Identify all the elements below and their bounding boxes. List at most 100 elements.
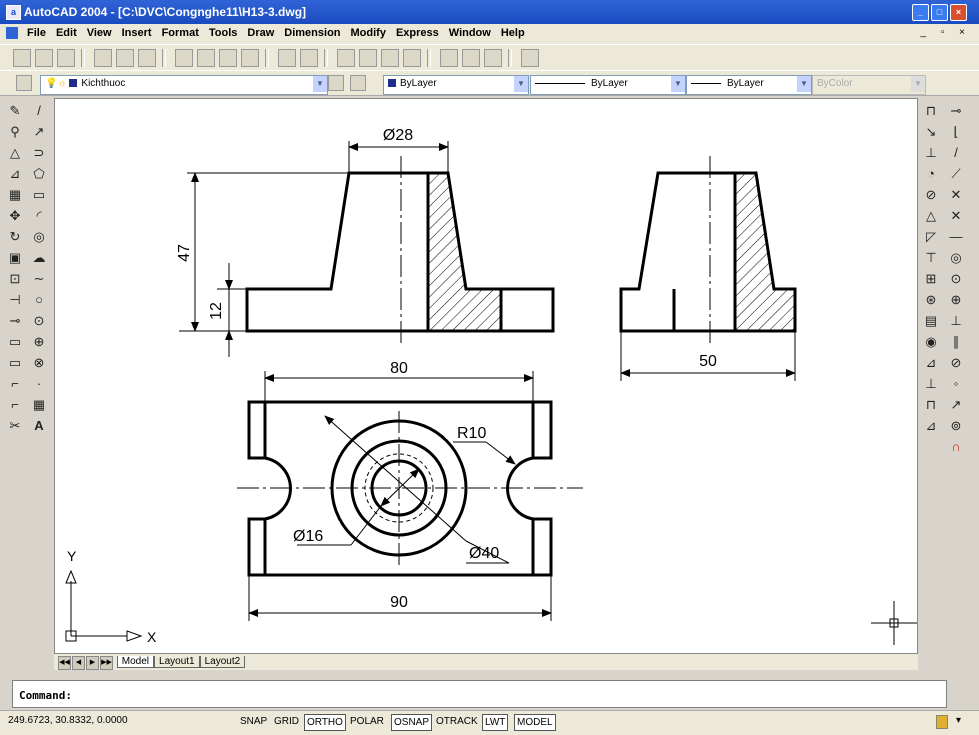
otrack-toggle[interactable]: OTRACK [434,714,480,729]
continue-dimension-icon[interactable]: ⊞ [920,269,942,289]
diameter-dimension-icon[interactable]: ⊘ [920,185,942,205]
snap-midpoint-icon[interactable]: ⟋ [945,164,967,184]
polygon-icon[interactable]: ⬠ [28,164,50,184]
drawing-canvas[interactable]: Ø28 47 12 50 80 90 R10 Ø16 Ø40 Y X [54,98,918,654]
snap-quadrant-icon[interactable]: ⊙ [945,269,967,289]
publish-icon[interactable] [138,49,157,67]
command-line[interactable]: Command: [12,680,947,708]
first-tab-button[interactable]: ◀◀ [58,656,71,670]
quick-dimension-icon[interactable]: ◸ [920,227,942,247]
osnap-toggle[interactable]: OSNAP [391,714,433,731]
snap-extension-icon[interactable]: — [945,227,967,247]
osnap-settings-icon[interactable]: ∩ [945,437,967,457]
cut-icon[interactable] [175,49,194,67]
zoom-window-icon[interactable] [381,49,400,67]
properties-icon[interactable] [440,49,459,67]
design-center-icon[interactable] [462,49,481,67]
layer-manager-icon[interactable] [16,75,32,91]
layer-previous-icon[interactable] [350,75,366,91]
minimize-button[interactable]: _ [912,4,929,21]
menu-modify[interactable]: Modify [346,24,391,42]
grid-toggle[interactable]: GRID [272,714,301,729]
new-icon[interactable] [13,49,32,67]
chevron-down-icon[interactable]: ▼ [797,76,811,92]
lwt-toggle[interactable]: LWT [482,714,509,731]
pan-icon[interactable] [337,49,356,67]
linear-dimension-icon[interactable]: ⊓ [920,101,942,121]
line-icon[interactable]: / [28,101,50,121]
tool-palettes-icon[interactable] [484,49,503,67]
next-tab-button[interactable]: ▶ [86,656,99,670]
zoom-previous-icon[interactable] [403,49,422,67]
save-icon[interactable] [57,49,76,67]
circle-icon[interactable]: ◎ [28,227,50,247]
preview-icon[interactable] [116,49,135,67]
ellipse-arc-icon[interactable]: ⊙ [28,311,50,331]
open-icon[interactable] [35,49,54,67]
rectangle-icon[interactable]: ▭ [28,185,50,205]
revcloud-icon[interactable]: ☁ [28,248,50,268]
chevron-down-icon[interactable]: ▼ [514,76,528,92]
dimension-text-edit-icon[interactable]: ⊥ [920,374,942,394]
make-current-layer-icon[interactable] [328,75,344,91]
chevron-down-icon[interactable]: ▼ [313,76,327,92]
make-block-icon[interactable]: ⊗ [28,353,50,373]
point-icon[interactable]: · [28,374,50,394]
stretch-icon[interactable]: ⊡ [4,269,26,289]
center-mark-icon[interactable]: ◉ [920,332,942,352]
scale-icon[interactable]: ▣ [4,248,26,268]
baseline-dimension-icon[interactable]: ⊤ [920,248,942,268]
layer-dropdown[interactable]: 💡☼ Kichthuoc ▼ [40,75,328,95]
extend-icon[interactable]: ⊸ [4,311,26,331]
snap-tangent-icon[interactable]: ⊕ [945,290,967,310]
mirror-icon[interactable]: △ [4,143,26,163]
ellipse-icon[interactable]: ○ [28,290,50,310]
join-icon[interactable]: ▭ [4,353,26,373]
radius-dimension-icon[interactable]: ◔ [920,164,942,184]
polyline-icon[interactable]: ⊃ [28,143,50,163]
dimension-update-icon[interactable]: ⊓ [920,395,942,415]
quick-leader-icon[interactable]: ⊛ [920,290,942,310]
break-icon[interactable]: ▭ [4,332,26,352]
hatch-icon[interactable]: ▦ [28,395,50,415]
last-tab-button[interactable]: ▶▶ [100,656,113,670]
array-icon[interactable]: ▦ [4,185,26,205]
snap-toggle[interactable]: SNAP [238,714,269,729]
print-icon[interactable] [94,49,113,67]
copy-icon[interactable] [197,49,216,67]
menu-dimension[interactable]: Dimension [279,24,345,42]
dimension-edit-icon[interactable]: ⊿ [920,353,942,373]
chevron-down-icon[interactable]: ▼ [671,76,685,92]
snap-nearest-icon[interactable]: ↗ [945,395,967,415]
menu-view[interactable]: View [82,24,117,42]
copy-object-icon[interactable]: ⚲ [4,122,26,142]
insert-block-icon[interactable]: ⊕ [28,332,50,352]
trim-icon[interactable]: ⊣ [4,290,26,310]
snap-from-icon[interactable]: ⌊ [945,122,967,142]
snap-endpoint-icon[interactable]: / [945,143,967,163]
snap-node-icon[interactable]: ◦ [945,374,967,394]
mdi-controls[interactable]: _ ▫ × [920,27,971,38]
dimension-style-icon[interactable]: ⊿ [920,416,942,436]
snap-parallel-icon[interactable]: ∥ [945,332,967,352]
menu-help[interactable]: Help [496,24,530,42]
comm-center-icon[interactable] [936,715,948,729]
mtext-icon[interactable]: A [28,416,50,436]
tab-layout2[interactable]: Layout2 [199,656,246,668]
construction-line-icon[interactable]: ↗ [28,122,50,142]
chamfer-icon[interactable]: ⌐ [4,374,26,394]
erase-icon[interactable]: ✎ [4,101,26,121]
help-icon[interactable] [521,49,540,67]
linetype-dropdown[interactable]: ByLayer ▼ [530,75,686,95]
menu-window[interactable]: Window [444,24,496,42]
fillet-icon[interactable]: ⌐ [4,395,26,415]
menu-tools[interactable]: Tools [204,24,243,42]
temporary-tracking-icon[interactable]: ⊸ [945,101,967,121]
offset-icon[interactable]: ⊿ [4,164,26,184]
close-button[interactable]: × [950,4,967,21]
rotate-icon[interactable]: ↻ [4,227,26,247]
undo-icon[interactable] [278,49,297,67]
status-menu-arrow-icon[interactable]: ▾ [956,715,961,726]
redo-icon[interactable] [300,49,319,67]
spline-icon[interactable]: ∼ [28,269,50,289]
